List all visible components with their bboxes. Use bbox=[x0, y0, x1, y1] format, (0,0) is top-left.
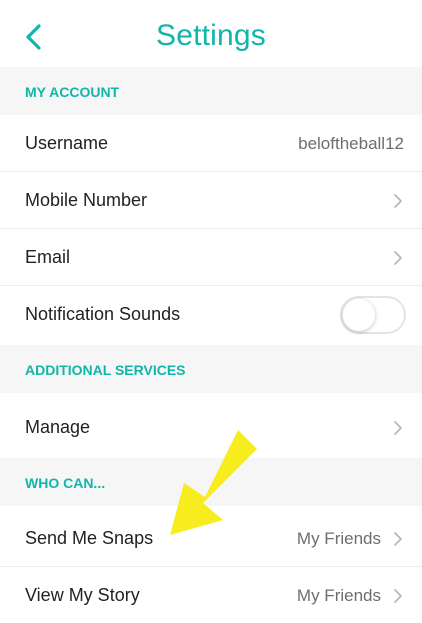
row-send-me-snaps[interactable]: Send Me Snaps My Friends bbox=[0, 510, 422, 567]
row-mobile-number[interactable]: Mobile Number bbox=[0, 172, 422, 229]
username-value: beloftheball12 bbox=[298, 134, 404, 153]
section-title: MY ACCOUNT bbox=[25, 84, 120, 100]
chevron-right-icon bbox=[394, 421, 402, 435]
section-title: ADDITIONAL SERVICES bbox=[25, 362, 186, 378]
row-label: View My Story bbox=[25, 585, 140, 605]
notification-sounds-toggle[interactable] bbox=[340, 296, 406, 334]
chevron-right-icon bbox=[394, 194, 402, 208]
send-snaps-value: My Friends bbox=[296, 529, 381, 548]
section-my-account: MY ACCOUNT bbox=[0, 67, 422, 115]
chevron-right-icon bbox=[394, 532, 402, 546]
row-email[interactable]: Email bbox=[0, 229, 422, 286]
chevron-right-icon bbox=[394, 589, 402, 603]
settings-screen: Settings MY ACCOUNT Username belofthebal… bbox=[0, 0, 422, 623]
row-notification-sounds: Notification Sounds bbox=[0, 286, 422, 343]
page-title: Settings bbox=[156, 19, 266, 52]
section-additional-services: ADDITIONAL SERVICES bbox=[0, 345, 422, 393]
row-label: Mobile Number bbox=[25, 190, 148, 210]
row-label: Manage bbox=[25, 417, 91, 437]
row-username[interactable]: Username beloftheball12 bbox=[0, 115, 422, 172]
row-manage[interactable]: Manage bbox=[0, 399, 422, 456]
header: Settings bbox=[0, 0, 422, 67]
view-story-value: My Friends bbox=[296, 586, 381, 605]
toggle-knob bbox=[343, 299, 375, 331]
row-label: Notification Sounds bbox=[25, 304, 181, 324]
section-title: WHO CAN... bbox=[25, 475, 106, 491]
section-who-can: WHO CAN... bbox=[0, 458, 422, 506]
chevron-right-icon bbox=[394, 251, 402, 265]
row-label: Send Me Snaps bbox=[25, 528, 154, 548]
row-view-my-story[interactable]: View My Story My Friends bbox=[0, 567, 422, 623]
row-label: Username bbox=[25, 133, 109, 153]
row-label: Email bbox=[25, 247, 71, 267]
